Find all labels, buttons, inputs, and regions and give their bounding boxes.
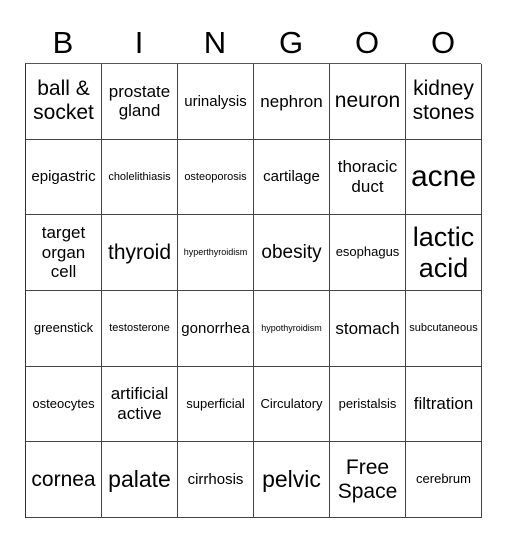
bingo-cell[interactable]: cholelithiasis xyxy=(102,139,178,216)
cell-label: Free Space xyxy=(337,455,398,503)
bingo-cell[interactable]: thoracic duct xyxy=(330,139,406,216)
cell-label: palate xyxy=(108,466,171,493)
cell-label: superficial xyxy=(186,395,245,411)
bingo-cell[interactable]: nephron xyxy=(254,64,330,140)
cell-label: hyperthyroidism xyxy=(183,247,248,258)
cell-label: neuron xyxy=(334,89,401,113)
bingo-cell[interactable]: palate xyxy=(102,442,178,518)
cell-label: gonorrhea xyxy=(181,319,250,337)
cell-label: acne xyxy=(410,159,477,193)
bingo-cell[interactable]: esophagus xyxy=(330,215,406,291)
bingo-cell[interactable]: peristalsis xyxy=(330,366,406,443)
bingo-header: B I N G O O xyxy=(25,22,481,64)
bingo-cell[interactable]: hypothyroidism xyxy=(254,290,330,367)
bingo-cell[interactable]: target organ cell xyxy=(26,215,102,291)
cell-label: esophagus xyxy=(335,244,400,260)
bingo-cell[interactable]: osteocytes xyxy=(26,366,102,443)
cell-label: ball & socket xyxy=(33,77,94,125)
bingo-cell[interactable]: cartilage xyxy=(254,139,330,216)
cell-label: filtration xyxy=(413,394,474,414)
bingo-grid: ball & socket prostate gland urinalysis nep… xyxy=(25,63,482,518)
bingo-cell[interactable]: ball & socket xyxy=(26,64,102,140)
bingo-cell[interactable]: subcutaneous xyxy=(406,290,482,367)
cell-label: Circulatory xyxy=(260,395,323,411)
cell-label: epigastric xyxy=(31,168,96,186)
bingo-cell[interactable]: lactic acid xyxy=(406,215,482,291)
bingo-cell[interactable]: testosterone xyxy=(102,290,178,367)
cell-label: thyroid xyxy=(107,240,172,264)
bingo-cell[interactable]: epigastric xyxy=(26,139,102,216)
bingo-cell[interactable]: acne xyxy=(406,139,482,216)
header-letter: B xyxy=(52,25,74,60)
bingo-cell[interactable]: neuron xyxy=(330,64,406,140)
cell-label: artificial active xyxy=(110,384,169,423)
bingo-cell[interactable]: filtration xyxy=(406,366,482,443)
cell-label: cholelithiasis xyxy=(108,170,171,183)
bingo-cell[interactable]: osteoporosis xyxy=(178,139,254,216)
cell-label: greenstick xyxy=(33,319,94,335)
bingo-cell[interactable]: thyroid xyxy=(102,215,178,291)
cell-label: kidney stones xyxy=(412,77,475,125)
header-letter: O xyxy=(430,25,456,60)
bingo-cell[interactable]: greenstick xyxy=(26,290,102,367)
bingo-cell[interactable]: hyperthyroidism xyxy=(178,215,254,291)
cell-label: prostate gland xyxy=(108,81,171,121)
header-letter: I xyxy=(134,25,144,60)
bingo-cell[interactable]: cirrhosis xyxy=(178,442,254,518)
cell-label: obesity xyxy=(261,241,322,263)
cell-label: osteocytes xyxy=(32,395,95,411)
cell-label: cornea xyxy=(31,467,96,491)
bingo-cell[interactable]: gonorrhea xyxy=(178,290,254,367)
bingo-cell[interactable]: Circulatory xyxy=(254,366,330,443)
cell-label: peristalsis xyxy=(338,395,397,411)
bingo-cell[interactable]: urinalysis xyxy=(178,64,254,140)
header-letter: O xyxy=(354,25,380,60)
bingo-cell[interactable]: superficial xyxy=(178,366,254,443)
cell-label: lactic acid xyxy=(412,221,475,283)
bingo-cell[interactable]: prostate gland xyxy=(102,64,178,140)
cell-label: urinalysis xyxy=(184,92,247,110)
bingo-cell[interactable]: pelvic xyxy=(254,442,330,518)
bingo-cell[interactable]: kidney stones xyxy=(406,64,482,140)
bingo-cell[interactable]: artificial active xyxy=(102,366,178,443)
header-letter: G xyxy=(278,25,304,60)
header-letter: N xyxy=(203,25,227,60)
cell-label: thoracic duct xyxy=(337,157,398,196)
cell-label: cerebrum xyxy=(416,471,471,487)
cell-label: target organ cell xyxy=(41,223,86,282)
free-space-cell[interactable]: Free Space xyxy=(330,442,406,518)
cell-label: osteoporosis xyxy=(184,170,247,183)
cell-label: stomach xyxy=(335,318,400,338)
cell-label: cirrhosis xyxy=(187,471,244,489)
cell-label: hypothyroidism xyxy=(261,323,322,334)
cell-label: pelvic xyxy=(262,466,321,493)
bingo-cell[interactable]: cornea xyxy=(26,442,102,518)
cell-label: testosterone xyxy=(109,322,170,334)
cell-label: nephron xyxy=(260,91,323,111)
bingo-cell[interactable]: cerebrum xyxy=(406,442,482,518)
cell-label: subcutaneous xyxy=(409,322,478,334)
bingo-cell[interactable]: obesity xyxy=(254,215,330,291)
cell-label: cartilage xyxy=(263,168,320,186)
bingo-cell[interactable]: stomach xyxy=(330,290,406,367)
